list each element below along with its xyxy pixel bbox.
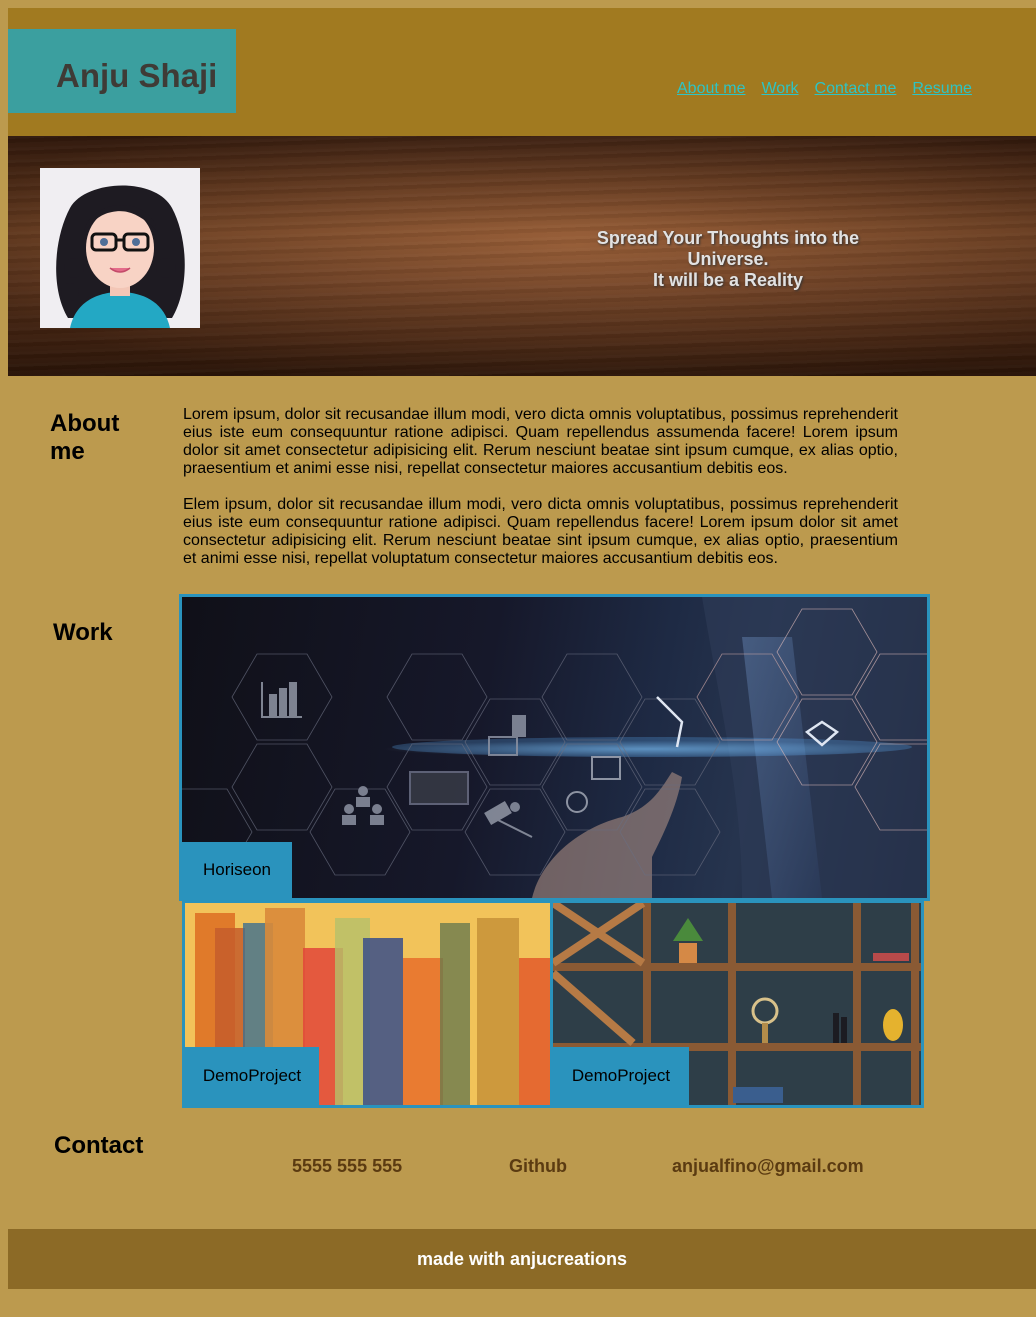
- contact-phone[interactable]: 5555 555 555: [292, 1156, 402, 1177]
- project-label-demo-2: DemoProject: [571, 1066, 671, 1085]
- site-title: Anju Shaji: [56, 57, 218, 94]
- project-caption-demo-1: DemoProject: [185, 1047, 319, 1105]
- hero-tagline-line2: It will be a Reality: [652, 270, 804, 290]
- about-section-title: About me: [50, 410, 120, 465]
- project-label-horiseon: Horiseon: [202, 860, 272, 879]
- about-text: Lorem ipsum, dolor sit recusandae illum …: [183, 406, 898, 586]
- contact-section-title: Contact: [54, 1132, 144, 1159]
- project-card-demo-1[interactable]: DemoProject: [182, 901, 555, 1108]
- site-footer: made with anjucreations: [8, 1229, 1036, 1289]
- work-section-title: Work: [53, 619, 113, 646]
- tech-hexagon-image: [182, 597, 927, 898]
- footer-text: made with anjucreations: [416, 1248, 628, 1269]
- hero-banner: Spread Your Thoughts into the Universe. …: [8, 136, 1036, 376]
- contact-github-link[interactable]: Github: [509, 1156, 567, 1177]
- project-card-demo-2[interactable]: DemoProject: [550, 901, 924, 1108]
- nav-link-contact[interactable]: Contact me: [815, 80, 897, 98]
- site-header: Anju Shaji About me Work Contact me Resu…: [8, 8, 1036, 136]
- project-caption-horiseon: Horiseon: [182, 842, 292, 898]
- project-label-demo-1: DemoProject: [202, 1066, 302, 1085]
- logo-box: Anju Shaji: [8, 29, 236, 113]
- avatar-illustration: [40, 168, 200, 328]
- nav-link-about[interactable]: About me: [677, 80, 745, 98]
- nav-link-resume[interactable]: Resume: [912, 80, 972, 98]
- contact-email-link[interactable]: anjualfino@gmail.com: [672, 1156, 864, 1177]
- nav-link-work[interactable]: Work: [761, 80, 798, 98]
- hero-tagline: Spread Your Thoughts into the Universe. …: [568, 228, 888, 291]
- project-card-horiseon[interactable]: Horiseon: [179, 594, 930, 901]
- hero-tagline-line1: Spread Your Thoughts into the Universe.: [596, 228, 860, 269]
- avatar: [40, 168, 200, 328]
- main-nav: About me Work Contact me Resume: [677, 80, 972, 98]
- about-paragraph-2: Elem ipsum, dolor sit recusandae illum m…: [183, 496, 898, 567]
- project-caption-demo-2: DemoProject: [553, 1047, 689, 1105]
- about-paragraph-1: Lorem ipsum, dolor sit recusandae illum …: [183, 406, 898, 477]
